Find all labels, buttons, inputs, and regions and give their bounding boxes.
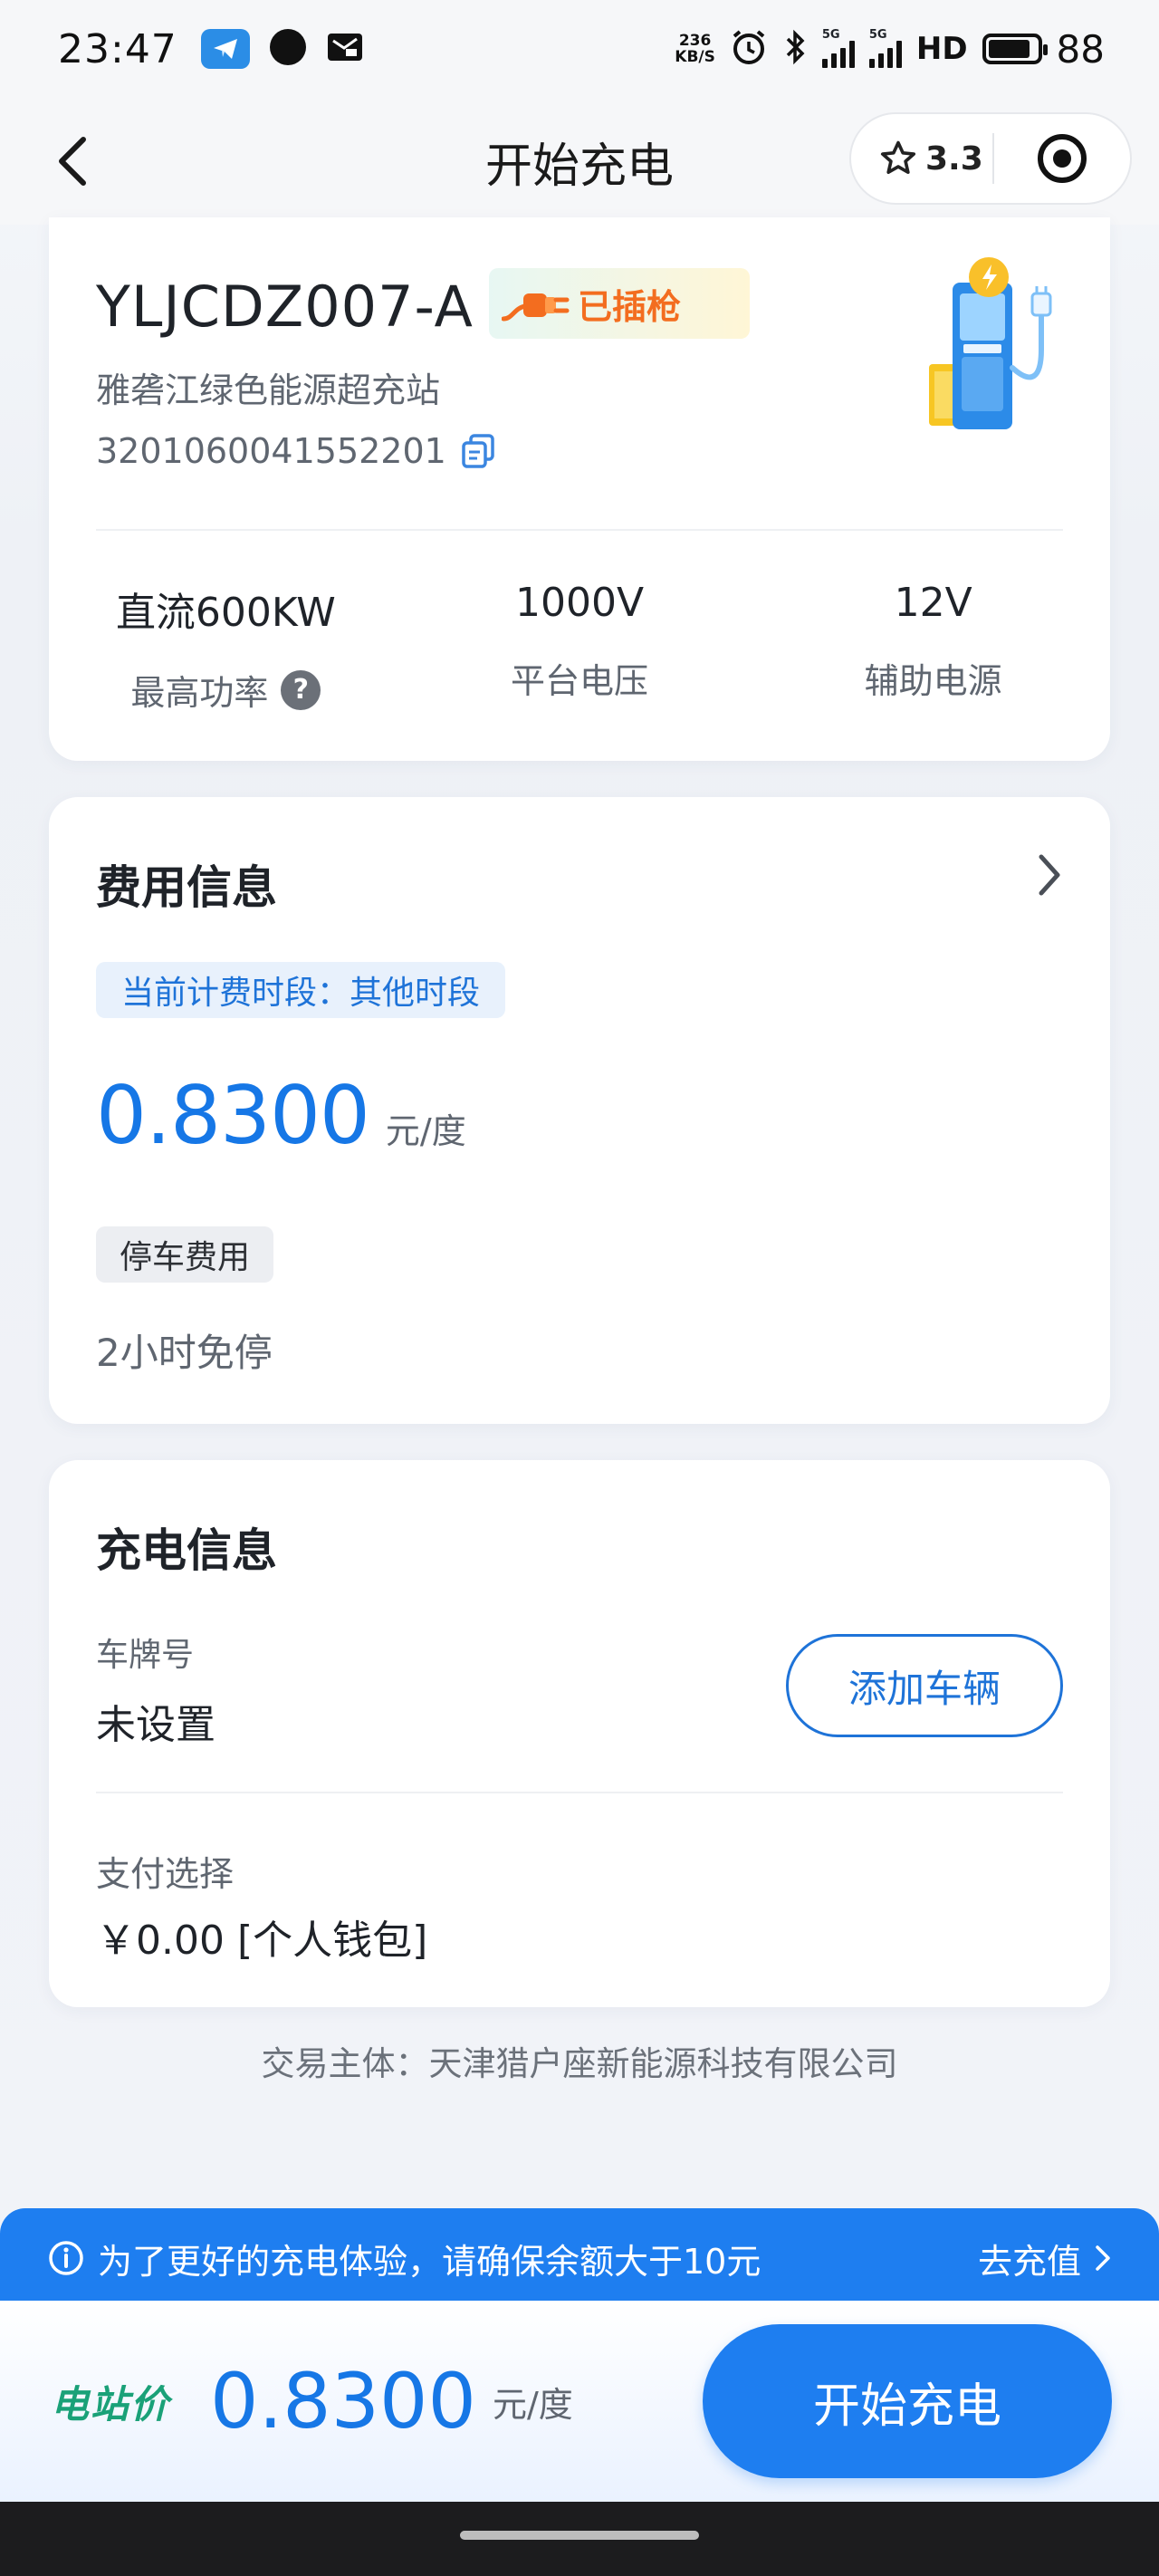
plug-status-badge: 已插枪 <box>489 268 750 339</box>
payment-selector[interactable]: ￥0.00 [个人钱包] <box>96 1908 427 1966</box>
spec-value: 1000V <box>514 580 645 626</box>
spec-value: 直流600KW <box>115 590 336 636</box>
spec-value: 12V <box>894 580 972 626</box>
net-speed-value: 236 <box>678 32 712 50</box>
status-bar: 23:47 236 KB/S 5G 5G HD 88 <box>0 0 1159 98</box>
spec-label-text: 最高功率 <box>130 673 269 713</box>
status-notifications <box>200 27 364 71</box>
plate-label: 车牌号 <box>96 1637 195 1674</box>
chevron-right-icon[interactable] <box>1034 850 1065 900</box>
spec-label: 辅助电源 <box>864 661 1002 701</box>
back-chevron-icon <box>59 137 86 186</box>
spec-max-power: 直流600KW 最高功率 ? <box>49 580 403 715</box>
pile-info-card: YLJCDZ007-A 已插枪 雅砻江绿色能源超充站 3201060041552… <box>49 217 1110 761</box>
card-divider <box>96 1792 1063 1793</box>
charging-start-page: 23:47 236 KB/S 5G 5G HD 88 开始充电 3.3 YLJC… <box>0 0 1159 2576</box>
recharge-link[interactable]: 去充值 <box>978 2234 1112 2283</box>
spec-platform-voltage: 1000V 平台电压 <box>403 580 757 715</box>
nav-bar: 开始充电 3.3 <box>0 98 1159 225</box>
system-navigation-bar <box>0 2502 1159 2576</box>
battery-level: 88 <box>1056 26 1105 72</box>
fee-price-row: 0.8300 元/度 <box>96 1069 466 1162</box>
status-time: 23:47 <box>58 25 177 72</box>
bottom-action-bar: 电站价 0.8300 元/度 开始充电 <box>0 2301 1159 2502</box>
alarm-icon <box>730 28 768 70</box>
add-vehicle-button[interactable]: 添加车辆 <box>786 1634 1063 1737</box>
parking-fee-tag: 停车费用 <box>96 1226 274 1283</box>
plate-value: 未设置 <box>96 1702 216 1748</box>
pile-name: YLJCDZ007-A <box>96 274 474 340</box>
help-icon[interactable]: ? <box>281 669 321 710</box>
station-price-label: 电站价 <box>51 2381 171 2427</box>
mini-program-capsule: 3.3 <box>849 112 1132 205</box>
net-speed: 236 KB/S <box>675 33 715 65</box>
spec-aux-power: 12V 辅助电源 <box>756 580 1110 715</box>
balance-notice-text: 为了更好的充电体验，请确保余额大于10元 <box>98 2241 761 2282</box>
circle-app-icon <box>268 27 308 71</box>
serial-number: 3201060041552201 <box>96 431 446 471</box>
fee-info-title: 费用信息 <box>96 861 277 914</box>
balance-notice-bar: 为了更好的充电体验，请确保余额大于10元 去充值 <box>0 2208 1159 2308</box>
bluetooth-icon <box>782 29 808 69</box>
start-charging-button[interactable]: 开始充电 <box>703 2324 1112 2478</box>
bottom-price: 0.8300 <box>210 2357 476 2446</box>
plug-status-text: 已插枪 <box>578 286 682 327</box>
signal-icon: 5G <box>868 28 902 68</box>
back-button[interactable] <box>40 129 105 194</box>
sim2-label: 5G <box>868 28 887 42</box>
signal-icon: 5G <box>821 28 855 68</box>
close-mini-program-button[interactable] <box>994 131 1130 186</box>
station-name: 雅砻江绿色能源超充站 <box>96 370 441 410</box>
rating-button[interactable]: 3.3 <box>851 139 992 178</box>
mail-box-icon <box>326 31 364 67</box>
hd-indicator: HD <box>915 31 968 67</box>
battery-icon <box>982 34 1048 64</box>
trade-entity-text: 交易主体：天津猎户座新能源科技有限公司 <box>261 2044 898 2083</box>
billing-period-tag: 当前计费时段：其他时段 <box>96 962 506 1018</box>
serial-number-row: 3201060041552201 <box>96 431 497 471</box>
charging-station-illustration-icon <box>929 257 1052 429</box>
sim1-label: 5G <box>821 28 840 42</box>
net-speed-unit: KB/S <box>675 48 715 66</box>
payment-label: 支付选择 <box>96 1854 235 1894</box>
card-divider <box>96 529 1063 531</box>
fee-price: 0.8300 <box>96 1069 370 1162</box>
spec-label: 最高功率 ? <box>130 665 321 715</box>
info-icon <box>49 2241 83 2275</box>
status-system-icons: 236 KB/S 5G 5G HD 88 <box>675 27 1105 72</box>
charging-info-title: 充电信息 <box>96 1524 277 1577</box>
fee-price-unit: 元/度 <box>385 1111 466 1151</box>
chevron-right-icon <box>1096 2245 1110 2271</box>
star-icon <box>880 140 916 175</box>
telegram-icon <box>200 29 250 69</box>
target-icon <box>1038 134 1087 183</box>
plug-icon <box>502 293 570 322</box>
recharge-link-label: 去充值 <box>977 2241 1081 2282</box>
copy-icon[interactable] <box>459 432 497 470</box>
pile-specs: 直流600KW 最高功率 ? 1000V 平台电压 12V 辅助电源 <box>49 580 1110 715</box>
fee-info-card[interactable]: 费用信息 当前计费时段：其他时段 0.8300 元/度 停车费用 2小时免停 <box>49 797 1110 1424</box>
parking-fee-text: 2小时免停 <box>96 1331 273 1375</box>
bottom-price-unit: 元/度 <box>492 2384 573 2425</box>
rating-value: 3.3 <box>925 139 983 178</box>
home-indicator[interactable] <box>460 2531 699 2540</box>
spec-label: 平台电压 <box>511 661 649 701</box>
charging-info-card: 充电信息 车牌号 未设置 添加车辆 支付选择 ￥0.00 [个人钱包] <box>49 1460 1110 2007</box>
page-title: 开始充电 <box>484 139 674 194</box>
